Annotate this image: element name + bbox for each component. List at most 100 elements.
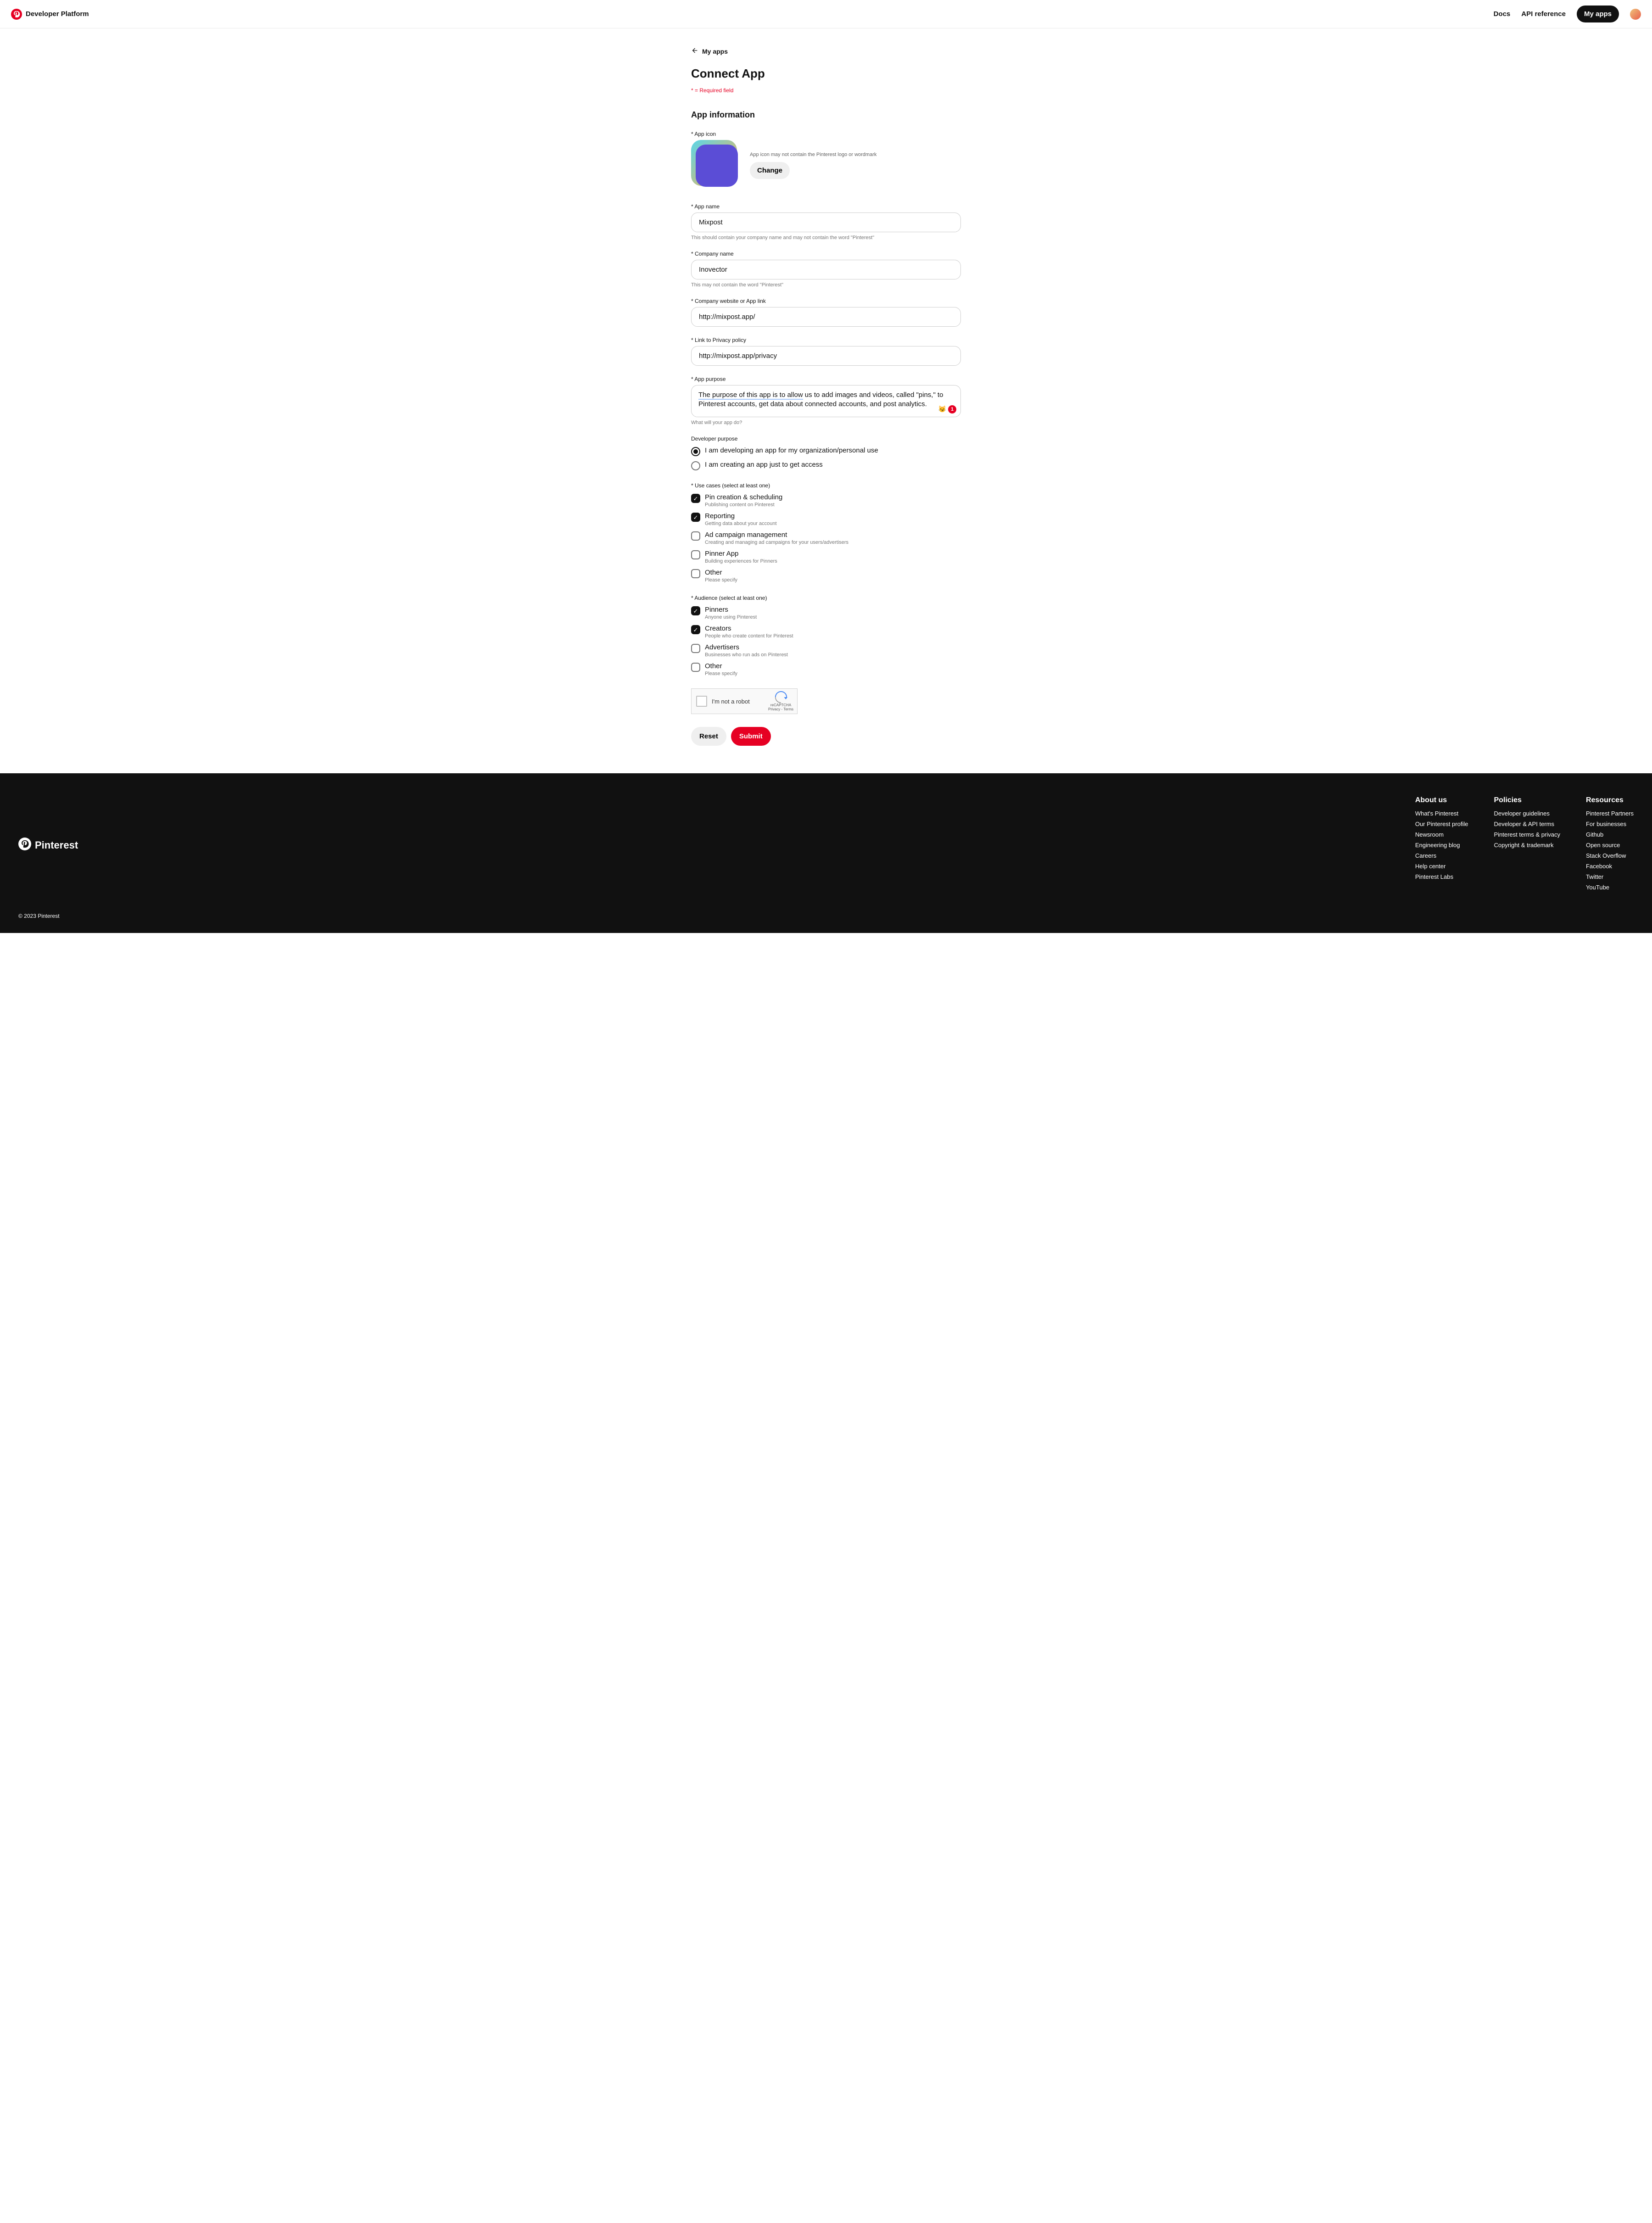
- purpose-label: App purpose: [691, 376, 961, 382]
- check-pin-creation[interactable]: ✓: [691, 494, 700, 503]
- company-name-input[interactable]: [691, 260, 961, 279]
- avatar[interactable]: [1630, 9, 1641, 20]
- recaptcha-label: I'm not a robot: [712, 698, 750, 705]
- change-icon-button[interactable]: Change: [750, 162, 790, 179]
- footer-copyright: © 2023 Pinterest: [18, 913, 1634, 919]
- app-name-label: App name: [691, 203, 961, 210]
- nav-docs[interactable]: Docs: [1494, 10, 1511, 18]
- footer-col-policies: Policies Developer guidelines Developer …: [1494, 796, 1560, 894]
- form-actions: Reset Submit: [691, 727, 961, 746]
- website-input[interactable]: [691, 307, 961, 327]
- grammar-emoji-icon[interactable]: 😼: [938, 405, 946, 413]
- check-creators-desc: People who create content for Pinterest: [705, 633, 793, 639]
- footer-link[interactable]: Facebook: [1586, 863, 1634, 870]
- check-audience-other-desc: Please specify: [705, 671, 737, 676]
- footer-link[interactable]: Stack Overflow: [1586, 852, 1634, 859]
- check-pin-creation-desc: Publishing content on Pinterest: [705, 502, 782, 508]
- back-link[interactable]: My apps: [691, 47, 961, 56]
- footer-link[interactable]: Pinterest terms & privacy: [1494, 831, 1560, 838]
- footer-col-about: About us What's Pinterest Our Pinterest …: [1415, 796, 1468, 894]
- check-creators[interactable]: ✓: [691, 625, 700, 634]
- main-form: My apps Connect App * = Required field A…: [684, 47, 968, 746]
- check-usecase-other-label: Other: [705, 569, 737, 576]
- check-reporting[interactable]: ✓: [691, 513, 700, 522]
- brand-title: Developer Platform: [26, 10, 89, 18]
- use-cases-label: Use cases (select at least one): [691, 482, 961, 489]
- footer-link[interactable]: Careers: [1415, 852, 1468, 859]
- footer-link[interactable]: Pinterest Labs: [1415, 873, 1468, 880]
- footer-brand-text: Pinterest: [35, 839, 78, 851]
- recaptcha-logo-icon: [774, 691, 788, 703]
- grammar-error-count[interactable]: 1: [948, 405, 956, 413]
- footer-link[interactable]: Our Pinterest profile: [1415, 821, 1468, 827]
- check-icon: ✓: [693, 608, 698, 614]
- check-usecase-other[interactable]: [691, 569, 700, 578]
- check-creators-label: Creators: [705, 625, 793, 632]
- check-ad-campaign-label: Ad campaign management: [705, 531, 848, 539]
- footer-link[interactable]: Twitter: [1586, 873, 1634, 880]
- footer-link[interactable]: What's Pinterest: [1415, 810, 1468, 817]
- app-name-helper: This should contain your company name an…: [691, 235, 961, 240]
- radio-just-access-label: I am creating an app just to get access: [705, 461, 823, 469]
- check-pinners[interactable]: ✓: [691, 606, 700, 615]
- check-advertisers[interactable]: [691, 644, 700, 653]
- pinterest-logo-icon: [11, 9, 22, 20]
- footer-col-resources: Resources Pinterest Partners For busines…: [1586, 796, 1634, 894]
- submit-button[interactable]: Submit: [731, 727, 771, 746]
- check-audience-other[interactable]: [691, 663, 700, 672]
- app-icon-note: App icon may not contain the Pinterest l…: [750, 152, 876, 157]
- check-reporting-desc: Getting data about your account: [705, 521, 777, 526]
- privacy-input[interactable]: [691, 346, 961, 366]
- app-name-input[interactable]: [691, 212, 961, 232]
- recaptcha-widget: I'm not a robot reCAPTCHA Privacy - Term…: [691, 688, 798, 714]
- check-advertisers-label: Advertisers: [705, 643, 788, 651]
- footer-link[interactable]: For businesses: [1586, 821, 1634, 827]
- required-note: * = Required field: [691, 87, 961, 94]
- footer-columns: About us What's Pinterest Our Pinterest …: [1415, 796, 1634, 894]
- footer-link[interactable]: Pinterest Partners: [1586, 810, 1634, 817]
- header-nav: Docs API reference My apps: [1494, 6, 1641, 22]
- radio-dev-org[interactable]: [691, 447, 700, 456]
- footer: Pinterest About us What's Pinterest Our …: [0, 773, 1652, 933]
- nav-my-apps-button[interactable]: My apps: [1577, 6, 1619, 22]
- nav-api-reference[interactable]: API reference: [1521, 10, 1566, 18]
- footer-link[interactable]: Github: [1586, 831, 1634, 838]
- header-left: Developer Platform: [11, 9, 89, 20]
- footer-link[interactable]: Developer guidelines: [1494, 810, 1560, 817]
- recaptcha-checkbox[interactable]: [696, 696, 707, 707]
- section-app-information: App information: [691, 110, 961, 120]
- back-link-label: My apps: [702, 48, 728, 55]
- app-icon-preview: [691, 140, 742, 190]
- purpose-helper: What will your app do?: [691, 420, 961, 425]
- audience-label: Audience (select at least one): [691, 595, 961, 601]
- check-ad-campaign-desc: Creating and managing ad campaigns for y…: [705, 540, 848, 545]
- recaptcha-brand: reCAPTCHA Privacy - Terms: [768, 691, 793, 712]
- check-reporting-label: Reporting: [705, 512, 777, 520]
- app-icon-row: App icon may not contain the Pinterest l…: [691, 140, 961, 190]
- footer-link[interactable]: Help center: [1415, 863, 1468, 870]
- footer-brand: Pinterest: [18, 796, 78, 894]
- footer-link[interactable]: YouTube: [1586, 884, 1634, 891]
- check-pinner-app[interactable]: [691, 550, 700, 559]
- company-name-helper: This may not contain the word "Pinterest…: [691, 282, 961, 288]
- check-icon: ✓: [693, 514, 698, 520]
- website-label: Company website or App link: [691, 298, 961, 304]
- check-advertisers-desc: Businesses who run ads on Pinterest: [705, 652, 788, 658]
- footer-link[interactable]: Developer & API terms: [1494, 821, 1560, 827]
- footer-col-title: Policies: [1494, 796, 1560, 804]
- reset-button[interactable]: Reset: [691, 727, 726, 746]
- radio-just-access[interactable]: [691, 461, 700, 470]
- check-ad-campaign[interactable]: [691, 531, 700, 541]
- company-name-label: Company name: [691, 251, 961, 257]
- check-pinners-desc: Anyone using Pinterest: [705, 614, 757, 620]
- footer-link[interactable]: Copyright & trademark: [1494, 842, 1560, 849]
- arrow-left-icon: [691, 47, 698, 56]
- developer-purpose-label: Developer purpose: [691, 436, 961, 442]
- footer-link[interactable]: Engineering blog: [1415, 842, 1468, 849]
- check-pinners-label: Pinners: [705, 606, 757, 614]
- app-icon-label: App icon: [691, 131, 961, 137]
- footer-link[interactable]: Open source: [1586, 842, 1634, 849]
- footer-link[interactable]: Newsroom: [1415, 831, 1468, 838]
- purpose-textarea[interactable]: [691, 385, 961, 417]
- check-icon: ✓: [693, 627, 698, 633]
